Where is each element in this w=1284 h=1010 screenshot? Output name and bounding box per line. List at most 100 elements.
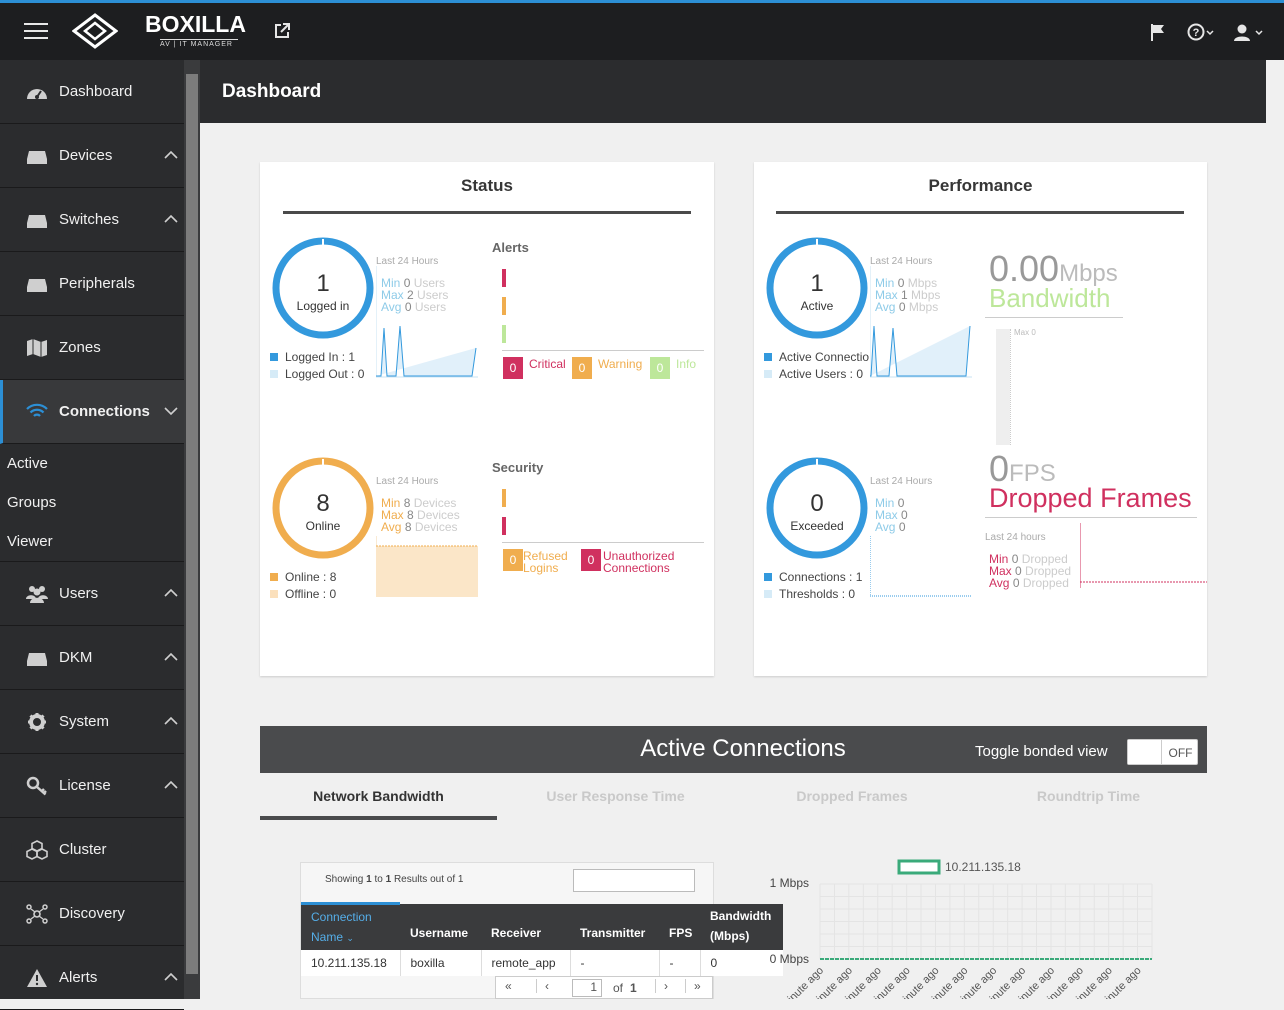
- chevron-up-icon: [164, 716, 178, 725]
- performance-title: Performance: [928, 176, 1033, 195]
- sidebar-item-cluster[interactable]: Cluster: [0, 818, 184, 882]
- sidebar-item-discovery[interactable]: Discovery: [0, 882, 184, 946]
- alerts-title: Alerts: [492, 240, 529, 255]
- bandwidth-label: Bandwidth: [989, 283, 1111, 313]
- col-username[interactable]: Username: [400, 904, 481, 950]
- connections-table: Connection Name ⌄ Username Receiver Tran…: [301, 902, 783, 976]
- sidebar-scrollbar[interactable]: [184, 60, 200, 999]
- prev-page-icon[interactable]: ‹: [536, 979, 549, 993]
- table-search-input[interactable]: [573, 869, 695, 892]
- sidebar-item-switches[interactable]: Switches: [0, 188, 184, 252]
- chart-legend-label: 10.211.135.18: [945, 860, 1021, 874]
- legend-swatch-orange: [270, 573, 278, 581]
- security-bar-unauth: [502, 517, 506, 535]
- sidebar-item-zones[interactable]: Zones: [0, 316, 184, 380]
- map-icon: [27, 339, 47, 358]
- sidebar-item-connections[interactable]: Connections: [0, 380, 184, 444]
- stat-avg-value: 0: [1012, 576, 1020, 590]
- peripheral-icon: [27, 279, 47, 292]
- toggle-state: OFF: [1168, 746, 1193, 760]
- exceeded-value: 0: [810, 490, 824, 517]
- external-link-icon[interactable]: [273, 22, 291, 40]
- last-page-icon[interactable]: »: [685, 979, 701, 993]
- sidebar-item-label: DKM: [59, 649, 93, 666]
- fps-avg: Avg 0 Dropped: [989, 577, 1069, 589]
- y-tick-top: 1 Mbps: [770, 876, 809, 890]
- hamburger-menu-icon[interactable]: [24, 23, 48, 41]
- tab-user-response-time[interactable]: User Response Time: [497, 772, 734, 820]
- sidebar-item-system[interactable]: System: [0, 690, 184, 754]
- submenu-item-groups[interactable]: Groups: [0, 483, 184, 522]
- page-number-input[interactable]: 1: [572, 979, 602, 997]
- first-page-icon[interactable]: «: [505, 979, 512, 993]
- legend-swatch-lightorange: [270, 590, 278, 598]
- chart-legend-swatch[interactable]: [897, 859, 941, 875]
- submenu-item-active[interactable]: Active: [0, 444, 184, 483]
- boxilla-logo-icon: [72, 13, 118, 49]
- alerts-axis: [502, 350, 704, 351]
- info-label: Info: [676, 357, 697, 371]
- security-bar-refused: [502, 489, 506, 507]
- offline-legend: Offline : 0: [285, 587, 337, 601]
- scrollbar-thumb[interactable]: [186, 74, 198, 974]
- sidebar-item-license[interactable]: License: [0, 754, 184, 818]
- submenu-item-viewer[interactable]: Viewer: [0, 522, 184, 561]
- legend-text: Active Connections : 1: [779, 350, 869, 364]
- tab-network-bandwidth[interactable]: Network Bandwidth: [260, 772, 497, 820]
- sidebar-item-label: Alerts: [59, 969, 98, 986]
- sidebar-item-label: Zones: [59, 339, 101, 356]
- user-icon[interactable]: [1233, 23, 1265, 41]
- logged-in-value: 1: [316, 270, 330, 297]
- sidebar-item-dashboard[interactable]: Dashboard: [0, 60, 184, 124]
- table-header-row: Connection Name ⌄ Username Receiver Tran…: [301, 902, 783, 950]
- legend-swatch-lightblue: [270, 370, 278, 378]
- bandwidth-max-label: Max 0: [1014, 328, 1036, 337]
- bandwidth-meter-track: [1010, 329, 1011, 445]
- sidebar-item-devices[interactable]: Devices: [0, 124, 184, 188]
- showing-to-word: to: [374, 874, 383, 885]
- col-fps[interactable]: FPS: [659, 904, 700, 950]
- performance-divider: [776, 211, 1184, 214]
- app-name: BOXILLA: [145, 11, 246, 37]
- active-sparkline: [870, 266, 972, 378]
- unauth-badge: 0: [581, 549, 601, 571]
- sidebar-item-alerts[interactable]: Alerts: [0, 946, 184, 1010]
- tab-roundtrip-time[interactable]: Roundtrip Time: [970, 772, 1207, 820]
- online-legend: Online : 8: [285, 570, 337, 584]
- col-receiver[interactable]: Receiver: [481, 904, 570, 950]
- col-transmitter[interactable]: Transmitter: [570, 904, 659, 950]
- fps-sparkline: [1080, 523, 1207, 588]
- sidebar-item-label: Connections: [59, 403, 150, 420]
- toggle-knob[interactable]: [1128, 740, 1162, 764]
- chevron-up-icon: [164, 150, 178, 159]
- stat-unit: Devices: [414, 520, 458, 534]
- bandwidth-underline: [985, 317, 1123, 318]
- legend-swatch-blue: [764, 353, 772, 361]
- sidebar-item-users[interactable]: Users: [0, 562, 184, 626]
- bandwidth-meter: [996, 329, 1010, 445]
- showing-to: 1: [385, 874, 392, 885]
- next-page-icon[interactable]: ›: [655, 979, 668, 993]
- tab-dropped-frames[interactable]: Dropped Frames: [734, 772, 970, 820]
- dkm-icon: [27, 653, 47, 666]
- page-title: Dashboard: [200, 60, 1266, 123]
- critical-badge: 0: [503, 357, 523, 379]
- col-label: Connection Name: [311, 909, 372, 944]
- online-value: 8: [316, 490, 330, 517]
- sidebar-item-label: License: [59, 777, 111, 794]
- col-connection-name[interactable]: Connection Name ⌄: [301, 902, 400, 950]
- table-row[interactable]: 10.211.135.18 boxilla remote_app - - 0: [301, 949, 783, 976]
- sidebar-item-label: Cluster: [59, 841, 107, 858]
- sidebar-item-dkm[interactable]: DKM: [0, 626, 184, 690]
- help-icon[interactable]: ?: [1187, 23, 1215, 41]
- info-badge: 0: [650, 357, 670, 379]
- flag-icon[interactable]: [1150, 23, 1166, 41]
- alert-bar-info: [502, 325, 506, 343]
- dropped-frames-label: Dropped Frames: [989, 483, 1192, 513]
- bonded-view-toggle[interactable]: OFF: [1127, 739, 1198, 765]
- sort-down-icon: ⌄: [346, 932, 354, 943]
- sidebar-item-peripherals[interactable]: Peripherals: [0, 252, 184, 316]
- page-scrollbar[interactable]: [1266, 60, 1284, 999]
- connections-submenu: Active Groups Viewer: [0, 444, 184, 562]
- exceeded-period: Last 24 Hours: [870, 476, 933, 487]
